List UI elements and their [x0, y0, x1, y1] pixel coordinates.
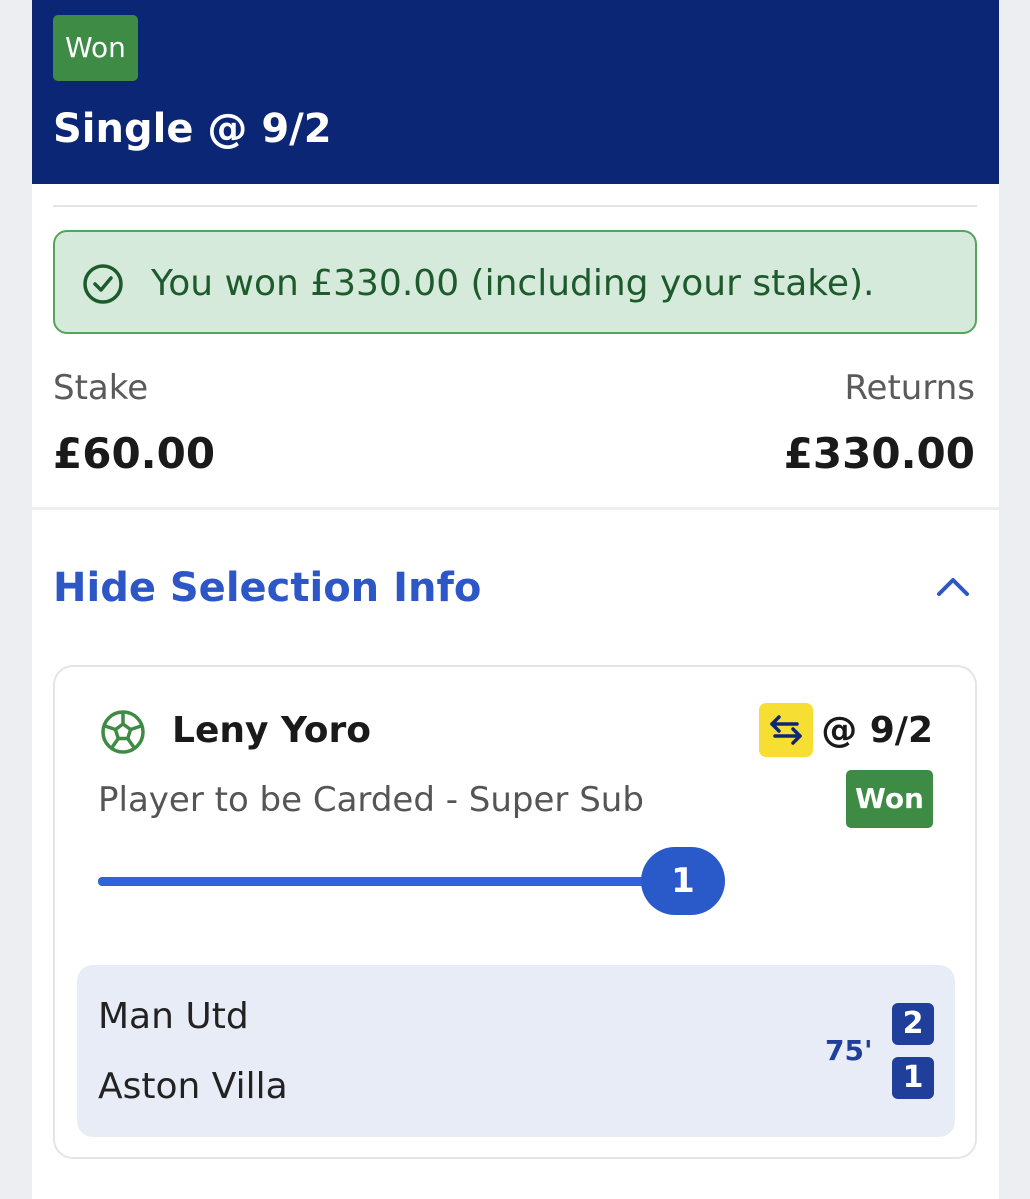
win-banner: You won £330.00 (including your stake).: [53, 230, 977, 334]
progress-track: [98, 877, 658, 886]
stake-label: Stake: [53, 368, 149, 408]
divider: [53, 205, 977, 207]
stake-value: £60.00: [53, 429, 216, 478]
progress-counter: 1: [641, 847, 725, 915]
away-score: 1: [892, 1057, 934, 1099]
scoreboard: Man Utd Aston Villa 75' 2 1: [77, 965, 955, 1137]
chevron-up-icon[interactable]: [935, 572, 971, 600]
match-time: 75': [825, 1034, 873, 1067]
football-icon: [101, 710, 145, 754]
away-team: Aston Villa: [98, 1066, 288, 1107]
swap-icon[interactable]: [759, 703, 813, 757]
toggle-label[interactable]: Hide Selection Info: [53, 562, 481, 614]
home-score: 2: [892, 1003, 934, 1045]
returns-value: £330.00: [783, 429, 975, 478]
home-team: Man Utd: [98, 996, 249, 1037]
player-name: Leny Yoro: [172, 710, 371, 751]
check-circle-icon: [83, 264, 123, 304]
status-badge: Won: [53, 15, 138, 81]
bet-title: Single @ 9/2: [53, 106, 332, 152]
selection-status-badge: Won: [845, 770, 933, 828]
market-name: Player to be Carded - Super Sub: [98, 780, 644, 820]
hide-selection-info-toggle[interactable]: Hide Selection Info: [32, 540, 999, 640]
bet-card: Won Single @ 9/2 You won £330.00 (includ…: [32, 0, 999, 1199]
returns-label: Returns: [844, 368, 975, 408]
win-message: You won £330.00 (including your stake).: [151, 263, 875, 304]
swap-arrows-icon: [770, 715, 802, 745]
bet-header: Won Single @ 9/2: [32, 0, 999, 184]
divider: [32, 507, 999, 510]
selection-odds: @ 9/2: [821, 710, 933, 751]
selection-card: Leny Yoro @ 9/2 Player to be Carded - Su…: [53, 665, 977, 1159]
